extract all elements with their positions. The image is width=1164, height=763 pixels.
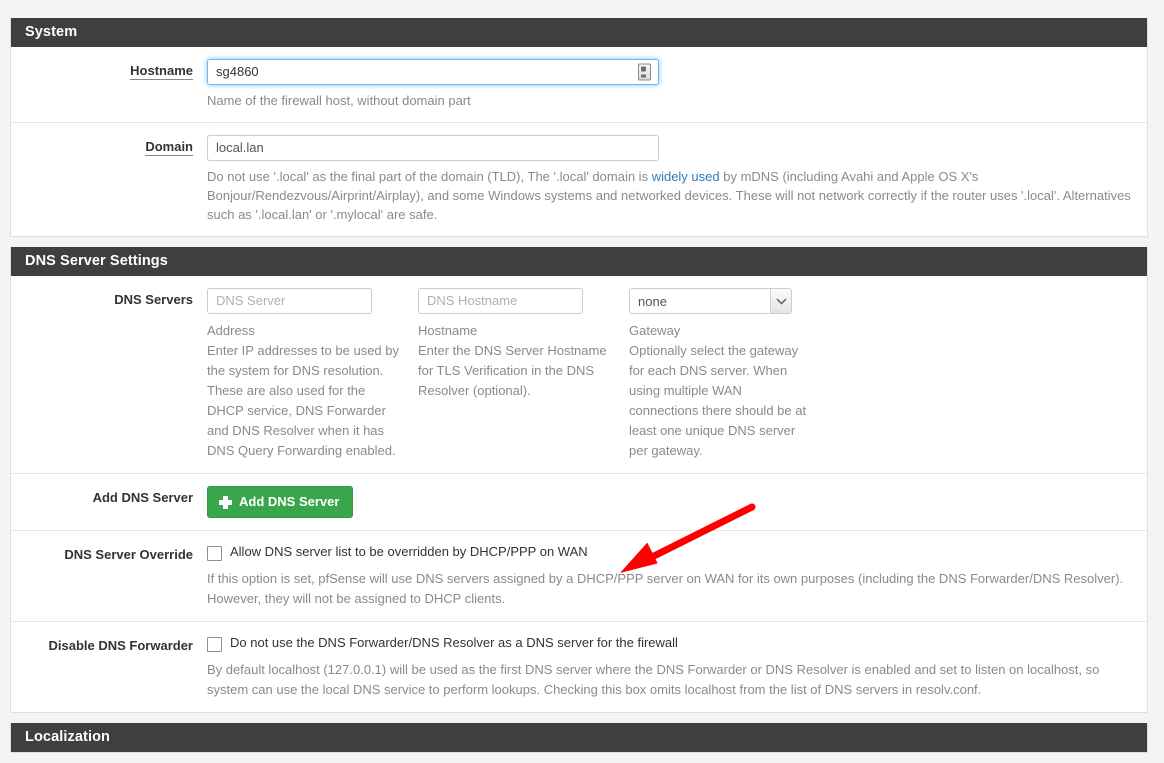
disable-forwarder-help: By default localhost (127.0.0.1) will be… — [207, 662, 1100, 697]
hostname-help: Name of the firewall host, without domai… — [207, 93, 471, 108]
dns-servers-label: DNS Servers — [114, 292, 193, 307]
hostname-input[interactable] — [207, 59, 659, 85]
widely-used-link[interactable]: widely used — [652, 169, 720, 184]
hostname-label-text: Hostname — [130, 63, 193, 80]
hostname-input-wrap — [207, 59, 659, 85]
domain-row: Domain Do not use '.local' as the final … — [11, 123, 1147, 236]
settings-page: System Hostname Name of the firewall hos… — [10, 18, 1148, 763]
disable-dns-forwarder-row: Disable DNS Forwarder Do not use the DNS… — [11, 622, 1147, 712]
dns-hostname-help: Hostname Enter the DNS Server Hostname f… — [418, 321, 611, 401]
dns-override-checkbox-label[interactable]: Allow DNS server list to be overridden b… — [230, 543, 588, 561]
dns-settings-heading: DNS Server Settings — [11, 247, 1147, 276]
dns-gateway-select-wrap: none — [629, 288, 792, 314]
hostname-label: Hostname — [11, 59, 207, 80]
autofill-icon[interactable] — [638, 63, 651, 81]
dns-server-address-input[interactable] — [207, 288, 372, 314]
domain-help-part1: Do not use '.local' as the final part of… — [207, 169, 652, 184]
dns-address-help: Address Enter IP addresses to be used by… — [207, 321, 400, 461]
dns-address-help-title: Address — [207, 323, 255, 338]
dns-server-override-row: DNS Server Override Allow DNS server lis… — [11, 531, 1147, 622]
dns-servers-row: DNS Servers Address Enter IP addresses t… — [11, 276, 1147, 474]
dns-server-override-body: Allow DNS server list to be overridden b… — [207, 543, 1147, 609]
dns-override-checkbox[interactable] — [207, 546, 222, 561]
dns-address-help-text: Enter IP addresses to be used by the sys… — [207, 343, 399, 458]
domain-body: Do not use '.local' as the final part of… — [207, 135, 1147, 224]
disable-forwarder-checkbox[interactable] — [207, 637, 222, 652]
system-panel: System Hostname Name of the firewall hos… — [10, 18, 1148, 237]
dns-servers-body: Address Enter IP addresses to be used by… — [207, 288, 1147, 461]
disable-dns-forwarder-body: Do not use the DNS Forwarder/DNS Resolve… — [207, 634, 1147, 700]
domain-input[interactable] — [207, 135, 659, 161]
add-dns-server-row: Add DNS Server Add DNS Server — [11, 474, 1147, 531]
dns-override-checkbox-line: Allow DNS server list to be overridden b… — [207, 543, 1135, 561]
dns-address-column: Address Enter IP addresses to be used by… — [207, 288, 400, 461]
plus-icon — [219, 495, 232, 509]
system-panel-heading: System — [11, 18, 1147, 47]
domain-label-text: Domain — [145, 139, 193, 156]
hostname-row: Hostname Name of the firewall host, with… — [11, 47, 1147, 123]
dns-server-override-label: DNS Server Override — [64, 547, 193, 562]
hostname-body: Name of the firewall host, without domai… — [207, 59, 1147, 110]
add-dns-server-body: Add DNS Server — [207, 486, 1147, 518]
dns-hostname-help-title: Hostname — [418, 323, 478, 338]
dns-gateway-select[interactable]: none — [629, 288, 792, 314]
dns-gateway-help: Gateway Optionally select the gateway fo… — [629, 321, 811, 461]
localization-heading: Localization — [11, 723, 1147, 752]
dns-hostname-column: Hostname Enter the DNS Server Hostname f… — [418, 288, 611, 461]
dns-override-help: If this option is set, pfSense will use … — [207, 571, 1124, 606]
domain-label: Domain — [11, 135, 207, 156]
dns-server-hostname-input[interactable] — [418, 288, 583, 314]
dns-hostname-help-text: Enter the DNS Server Hostname for TLS Ve… — [418, 343, 607, 398]
dns-gateway-column: none Gateway Optionally select the gatew… — [629, 288, 811, 461]
disable-dns-forwarder-label: Disable DNS Forwarder — [48, 638, 194, 653]
domain-help: Do not use '.local' as the final part of… — [207, 167, 1135, 224]
add-dns-server-button-label: Add DNS Server — [239, 494, 340, 509]
dns-gateway-help-text: Optionally select the gateway for each D… — [629, 343, 807, 458]
dns-server-settings-panel: DNS Server Settings DNS Servers Address … — [10, 247, 1148, 713]
disable-forwarder-checkbox-line: Do not use the DNS Forwarder/DNS Resolve… — [207, 634, 1135, 652]
dns-gateway-help-title: Gateway — [629, 323, 681, 338]
add-dns-server-button[interactable]: Add DNS Server — [207, 486, 354, 518]
localization-panel: Localization — [10, 723, 1148, 753]
add-dns-server-label: Add DNS Server — [92, 490, 193, 505]
disable-forwarder-checkbox-label[interactable]: Do not use the DNS Forwarder/DNS Resolve… — [230, 634, 678, 652]
dns-servers-grid: Address Enter IP addresses to be used by… — [207, 288, 1135, 461]
